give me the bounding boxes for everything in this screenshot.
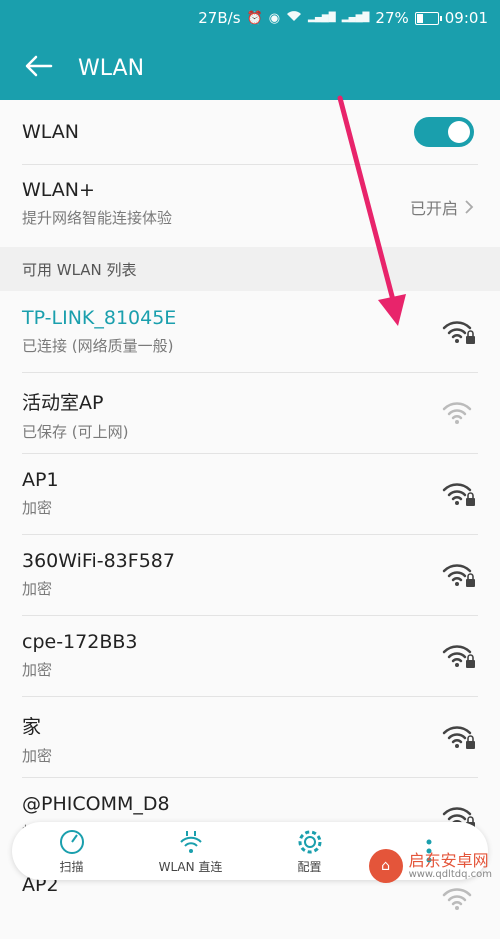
watermark: ⌂ 启东安卓网 www.qdltdq.com (368, 849, 492, 883)
network-status: 已连接 (网络质量一般) (22, 337, 174, 355)
signal-2g-icon: ▂▄▆█ (341, 13, 370, 23)
status-bar: 27B/s ⏰ ◉ ▂▄▆█ ▂▄▆█ 27% 09:01 (0, 0, 500, 36)
network-item[interactable]: cpe-172BB3 加密 (0, 615, 500, 696)
scan-icon (59, 829, 84, 854)
wlan-switch[interactable] (414, 117, 474, 147)
network-name: cpe-172BB3 (22, 631, 138, 653)
wlan-label: WLAN (22, 121, 80, 143)
wifi-locked-icon (442, 564, 475, 587)
network-name: AP1 (22, 469, 59, 491)
network-item[interactable]: 360WiFi-83F587 加密 (0, 534, 500, 615)
network-status: 加密 (22, 499, 53, 517)
watermark-logo-icon: ⌂ (368, 849, 403, 883)
signal-4g-icon: ▂▄▆█ (308, 13, 336, 23)
wlan-direct-label: WLAN 直连 (158, 859, 223, 874)
network-speed: 27B/s (198, 9, 241, 27)
wifi-locked-icon (442, 726, 475, 749)
network-status: 加密 (22, 661, 53, 679)
section-header: 可用 WLAN 列表 (0, 247, 500, 291)
page-title: WLAN (78, 55, 145, 81)
network-item[interactable]: 家加密 (0, 696, 500, 777)
wifi-icon (442, 402, 472, 424)
wlan-direct-button[interactable]: WLAN 直连 (141, 828, 241, 875)
network-name: 家 (22, 716, 42, 738)
network-status: 已保存 (可上网) (22, 423, 129, 441)
eye-icon: ◉ (268, 10, 281, 26)
alarm-icon: ⏰ (246, 10, 263, 26)
wlan-plus-status: 已开启 (410, 195, 474, 219)
switch-knob (448, 121, 470, 143)
battery-icon (414, 11, 442, 25)
battery-fill (416, 13, 423, 23)
chevron-right-icon (465, 200, 474, 214)
network-name: @PHICOMM_D8 (22, 793, 170, 815)
watermark-url: www.qdltdq.com (408, 869, 492, 881)
wifi-direct-icon (179, 830, 202, 853)
wifi-locked-icon (442, 483, 475, 506)
app-bar: WLAN (0, 36, 500, 100)
arrow-left-icon (25, 55, 53, 77)
network-name: 活动室AP (22, 392, 104, 414)
network-status: 加密 (22, 580, 53, 598)
wifi-icon (442, 888, 472, 910)
watermark-name: 启东安卓网 (408, 850, 489, 870)
wlan-plus-row[interactable]: WLAN+ 提升网络智能连接体验 已开启 (0, 165, 500, 247)
scan-button[interactable]: 扫描 (22, 828, 122, 875)
clock: 09:01 (444, 9, 488, 27)
network-item[interactable]: 活动室AP 已保存 (可上网) (0, 372, 500, 453)
wlan-toggle-row[interactable]: WLAN (0, 100, 500, 164)
network-status: 加密 (22, 747, 53, 765)
wifi-locked-icon (442, 645, 475, 668)
network-item[interactable]: TP-LINK_81045E 已连接 (网络质量一般) (0, 291, 500, 372)
wlan-plus-status-text: 已开启 (409, 199, 458, 218)
config-label: 配置 (297, 859, 322, 874)
scan-label: 扫描 (59, 859, 84, 874)
network-name: TP-LINK_81045E (22, 307, 177, 329)
battery-percent: 27% (375, 9, 409, 27)
wifi-locked-icon (442, 321, 475, 344)
back-button[interactable] (0, 55, 78, 81)
network-item[interactable]: AP1 加密 (0, 453, 500, 534)
config-button[interactable]: 配置 (260, 828, 360, 875)
wifi-status-icon (286, 10, 302, 26)
network-name: 360WiFi-83F587 (22, 550, 175, 572)
gear-icon (298, 830, 321, 853)
